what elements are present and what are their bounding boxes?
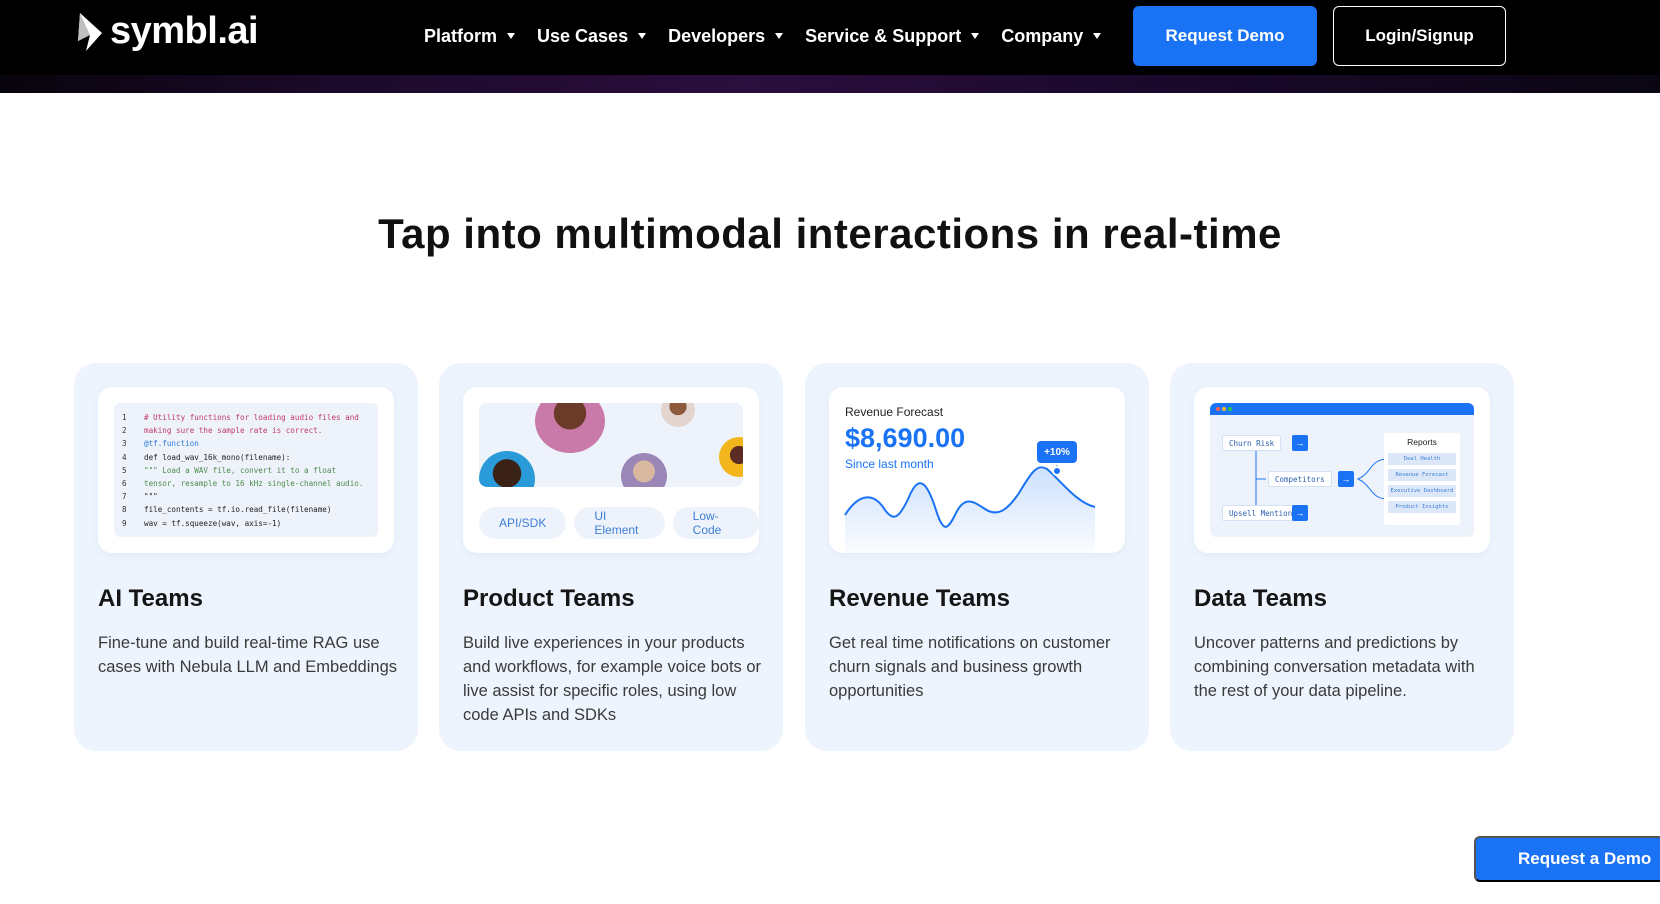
menu-developers-label: Developers bbox=[668, 25, 766, 46]
node-competitors: Competitors bbox=[1268, 471, 1332, 487]
card-description: Build live experiences in your products … bbox=[463, 634, 762, 724]
node-upsell-mention: Upsell Mention bbox=[1222, 505, 1300, 521]
code-line: 4 def load_wav_16k_mono(filename): bbox=[122, 452, 291, 462]
card-title: Product Teams bbox=[463, 585, 635, 612]
forecast-value: $8,690.00 bbox=[845, 423, 966, 453]
report-item: Product Insights bbox=[1388, 501, 1456, 513]
menu-developers[interactable]: Developers bbox=[668, 25, 784, 47]
chip-row: API/SDK UI Element Low-Code bbox=[479, 507, 759, 539]
menu-platform[interactable]: Platform bbox=[424, 25, 516, 47]
card-ai-teams[interactable]: 1 # Utility functions for loading audio f… bbox=[74, 363, 418, 751]
pipeline-diagram: Churn Risk → Competitors → Upsell Mentio… bbox=[1210, 403, 1474, 537]
node-churn-risk: Churn Risk bbox=[1222, 435, 1282, 451]
menu-platform-label: Platform bbox=[424, 25, 498, 46]
section-headline: Tap into multimodal interactions in real… bbox=[378, 210, 1282, 257]
menu-company-label: Company bbox=[1001, 25, 1084, 46]
nav-gradient-band bbox=[0, 75, 1660, 93]
avatar bbox=[719, 437, 743, 477]
menu-company[interactable]: Company bbox=[1001, 25, 1102, 47]
arrow-right-icon: → bbox=[1292, 505, 1308, 521]
menu-use-cases[interactable]: Use Cases bbox=[537, 25, 647, 47]
code-line: 1 # Utility functions for loading audio f… bbox=[122, 413, 359, 422]
avatar-cluster bbox=[479, 403, 743, 487]
arrow-right-icon: → bbox=[1292, 435, 1308, 451]
menu-service-support[interactable]: Service & Support bbox=[805, 25, 980, 47]
report-item: Executive Dashboard bbox=[1388, 485, 1456, 497]
code-line: 2 making sure the sample rate is correct. bbox=[122, 426, 323, 436]
card-title: AI Teams bbox=[98, 585, 203, 612]
login-signup-button[interactable]: Login/Signup bbox=[1333, 6, 1506, 66]
card-description: Get real time notifications on customer … bbox=[829, 634, 1111, 700]
caret-down-icon bbox=[775, 33, 784, 39]
card-title: Data Teams bbox=[1194, 585, 1327, 612]
request-demo-button[interactable]: Request Demo bbox=[1133, 6, 1317, 66]
logo-text: symbl.ai bbox=[110, 10, 259, 52]
code-block: 1 # Utility functions for loading audio f… bbox=[114, 403, 378, 537]
caret-down-icon bbox=[507, 33, 516, 39]
chip-low-code: Low-Code bbox=[672, 507, 759, 539]
top-navigation: symbl.ai Platform Use Cases Developers S… bbox=[0, 0, 1660, 75]
avatar bbox=[621, 453, 667, 487]
forecast-wave-graphic bbox=[844, 465, 1096, 553]
code-line: 6 tensor, resample to 16 kHz single-chann… bbox=[122, 478, 364, 488]
reports-title: Reports bbox=[1407, 437, 1437, 447]
chip-api-sdk: API/SDK bbox=[479, 507, 567, 539]
code-line: 9 wav = tf.squeeze(wav, axis=-1) bbox=[122, 518, 282, 528]
menu-use-cases-label: Use Cases bbox=[537, 25, 629, 46]
card-product-teams[interactable]: API/SDK UI Element Low-Code Product Team… bbox=[439, 363, 783, 751]
reports-panel: Reports Deal Health Revenue Forecast Exe… bbox=[1384, 433, 1460, 525]
report-item: Deal Health bbox=[1388, 453, 1456, 465]
forecast-label: Revenue Forecast bbox=[845, 405, 944, 419]
card-revenue-teams[interactable]: Revenue Forecast $8,690.00 Since last mo… bbox=[805, 363, 1149, 751]
people-visual: API/SDK UI Element Low-Code bbox=[463, 387, 759, 553]
logo[interactable]: symbl.ai bbox=[76, 10, 259, 53]
card-data-teams[interactable]: Churn Risk → Competitors → Upsell Mentio… bbox=[1170, 363, 1514, 751]
caret-down-icon bbox=[1093, 33, 1102, 39]
caret-down-icon bbox=[971, 33, 980, 39]
code-line: 3 @tf.function bbox=[122, 439, 199, 449]
code-line: 7 """ bbox=[122, 492, 158, 502]
avatar bbox=[535, 403, 605, 453]
avatar bbox=[661, 403, 695, 427]
caret-down-icon bbox=[638, 33, 647, 39]
code-line: 5 """ Load a WAV file, convert it to a f… bbox=[122, 465, 337, 475]
code-snippet-visual: 1 # Utility functions for loading audio f… bbox=[98, 387, 394, 553]
floating-request-demo-button[interactable]: Request a Demo bbox=[1474, 836, 1660, 882]
symbl-logo-icon bbox=[78, 12, 102, 51]
card-description: Fine-tune and build real-time RAG use ca… bbox=[98, 634, 398, 676]
report-item: Revenue Forecast bbox=[1388, 469, 1456, 481]
card-description: Uncover patterns and predictions by comb… bbox=[1194, 634, 1475, 700]
arrow-right-icon: → bbox=[1338, 471, 1354, 487]
code-line: 8 file_contents = tf.io.read_file(filena… bbox=[122, 505, 332, 515]
revenue-forecast-visual: Revenue Forecast $8,690.00 Since last mo… bbox=[829, 387, 1125, 553]
data-pipeline-visual: Churn Risk → Competitors → Upsell Mentio… bbox=[1194, 387, 1490, 553]
card-title: Revenue Teams bbox=[829, 585, 1010, 612]
avatar bbox=[479, 451, 535, 487]
main-menu: Platform Use Cases Developers Service & … bbox=[424, 0, 1123, 72]
chip-ui-element: UI Element bbox=[574, 507, 665, 539]
menu-service-support-label: Service & Support bbox=[805, 25, 962, 46]
growth-badge: +10% bbox=[1037, 441, 1077, 463]
